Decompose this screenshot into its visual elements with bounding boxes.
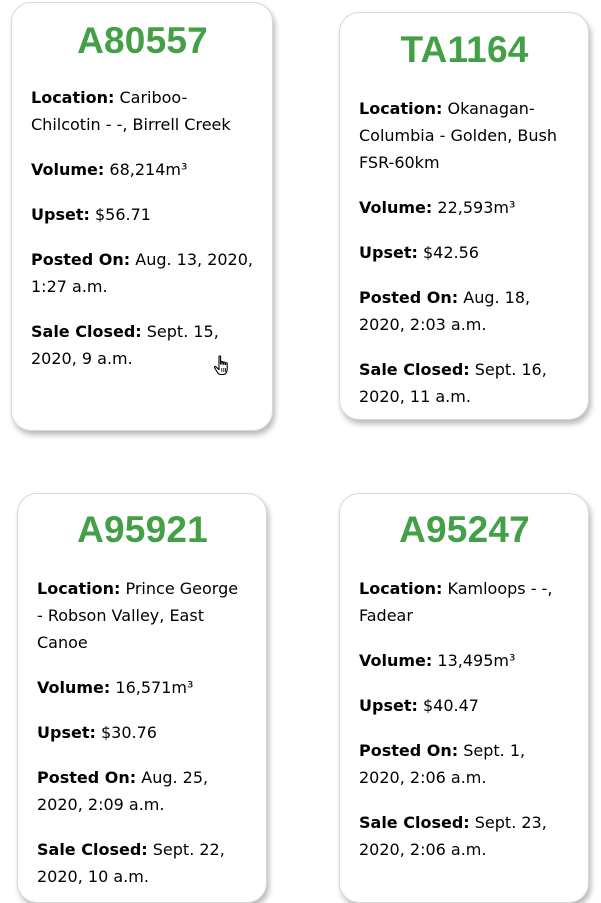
posted-on-label: Posted On: <box>37 768 137 787</box>
sale-closed-label: Sale Closed: <box>359 813 470 832</box>
sale-closed-label: Sale Closed: <box>37 840 148 859</box>
sale-closed-label: Sale Closed: <box>31 322 142 341</box>
timber-sale-card[interactable]: A95247 Location: Kamloops - -, Fadear Vo… <box>339 493 589 903</box>
location-label: Location: <box>359 579 443 598</box>
upset-value: $42.56 <box>422 243 479 262</box>
sale-id-title: A80557 <box>77 20 208 61</box>
sale-id-title: TA1164 <box>400 29 529 70</box>
upset-field: Upset: $40.47 <box>359 692 570 719</box>
volume-label: Volume: <box>31 160 105 179</box>
volume-field: Volume: 16,571m³ <box>37 674 248 701</box>
hand-pointer-icon <box>213 355 228 376</box>
timber-sale-card[interactable]: A80557 Location: Cariboo-Chilcotin - -, … <box>11 2 273 431</box>
posted-on-field: Posted On: Aug. 18, 2020, 2:03 a.m. <box>359 284 570 338</box>
sale-id-title: A95247 <box>399 509 530 550</box>
location-field: Location: Cariboo-Chilcotin - -, Birrell… <box>31 84 254 138</box>
sale-closed-label: Sale Closed: <box>359 360 470 379</box>
upset-value: $40.47 <box>422 696 479 715</box>
location-field: Location: Kamloops - -, Fadear <box>359 575 570 629</box>
upset-label: Upset: <box>359 696 418 715</box>
upset-label: Upset: <box>31 205 90 224</box>
upset-value: $56.71 <box>94 205 151 224</box>
upset-value: $30.76 <box>100 723 157 742</box>
sale-closed-field: Sale Closed: Sept. 23, 2020, 2:06 a.m. <box>359 809 570 863</box>
volume-field: Volume: 13,495m³ <box>359 647 570 674</box>
volume-field: Volume: 68,214m³ <box>31 156 254 183</box>
location-label: Location: <box>37 579 121 598</box>
volume-label: Volume: <box>37 678 111 697</box>
volume-value: 68,214m³ <box>109 160 188 179</box>
posted-on-label: Posted On: <box>359 288 459 307</box>
posted-on-field: Posted On: Aug. 13, 2020, 1:27 a.m. <box>31 246 254 300</box>
volume-value: 13,495m³ <box>437 651 516 670</box>
upset-field: Upset: $56.71 <box>31 201 254 228</box>
upset-field: Upset: $30.76 <box>37 719 248 746</box>
volume-value: 22,593m³ <box>437 198 516 217</box>
upset-label: Upset: <box>37 723 96 742</box>
posted-on-label: Posted On: <box>31 250 131 269</box>
location-field: Location: Prince George - Robson Valley,… <box>37 575 248 656</box>
volume-label: Volume: <box>359 198 433 217</box>
posted-on-field: Posted On: Sept. 1, 2020, 2:06 a.m. <box>359 737 570 791</box>
volume-label: Volume: <box>359 651 433 670</box>
volume-value: 16,571m³ <box>115 678 194 697</box>
posted-on-label: Posted On: <box>359 741 459 760</box>
sale-closed-field: Sale Closed: Sept. 16, 2020, 11 a.m. <box>359 356 570 410</box>
timber-sale-card[interactable]: A95921 Location: Prince George - Robson … <box>17 493 267 903</box>
location-field: Location: Okanagan-Columbia - Golden, Bu… <box>359 95 570 176</box>
sale-closed-field: Sale Closed: Sept. 22, 2020, 10 a.m. <box>37 836 248 890</box>
upset-field: Upset: $42.56 <box>359 239 570 266</box>
sale-id-title: A95921 <box>77 509 208 550</box>
upset-label: Upset: <box>359 243 418 262</box>
posted-on-field: Posted On: Aug. 25, 2020, 2:09 a.m. <box>37 764 248 818</box>
volume-field: Volume: 22,593m³ <box>359 194 570 221</box>
timber-sale-card[interactable]: TA1164 Location: Okanagan-Columbia - Gol… <box>339 12 589 420</box>
location-label: Location: <box>359 99 443 118</box>
location-label: Location: <box>31 88 115 107</box>
